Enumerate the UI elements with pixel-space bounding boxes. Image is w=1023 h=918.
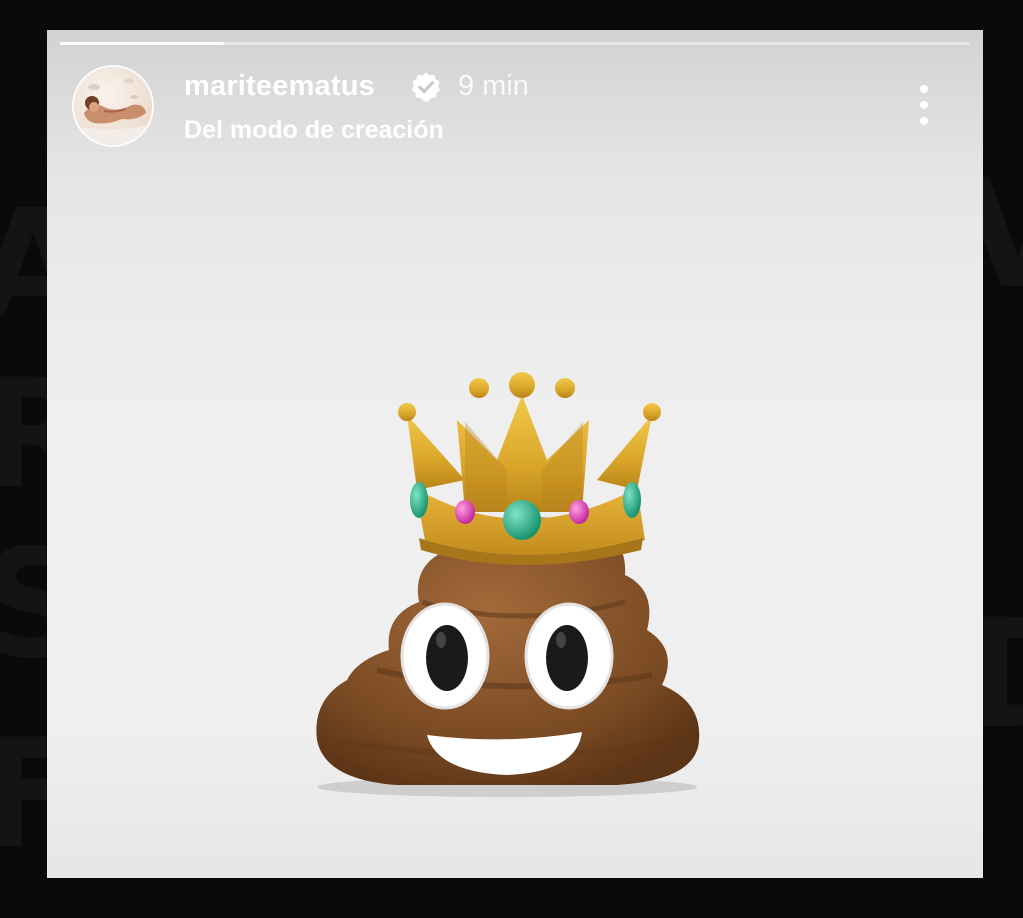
crowned-poop-emoji-sticker[interactable] [307, 340, 707, 800]
more-options-icon[interactable] [909, 80, 939, 130]
story-progress-bar [60, 42, 970, 45]
avatar-photo [82, 78, 146, 145]
menu-dot [920, 101, 928, 109]
story-viewer[interactable]: mariteematus 9 min Del modo de creación [47, 30, 983, 878]
story-subtitle[interactable]: Del modo de creación [184, 116, 444, 145]
avatar[interactable] [74, 67, 152, 145]
username[interactable]: mariteematus [184, 70, 375, 103]
verified-badge-icon [412, 72, 440, 102]
menu-dot [920, 85, 928, 93]
story-timestamp: 9 min [458, 70, 529, 102]
menu-dot [920, 117, 928, 125]
story-progress-fill [60, 42, 224, 45]
